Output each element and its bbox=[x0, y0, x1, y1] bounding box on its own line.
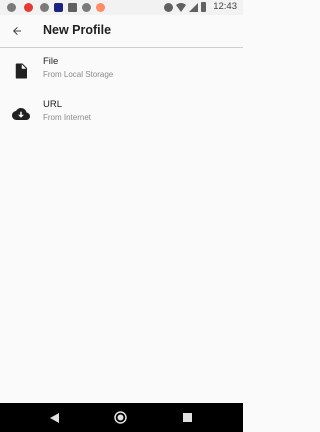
telegram-icon bbox=[7, 3, 16, 12]
nav-back-button[interactable] bbox=[48, 411, 61, 424]
arrow-back-icon bbox=[13, 27, 21, 35]
list-item-subtitle: From Local Storage bbox=[43, 70, 114, 79]
file-icon bbox=[15, 63, 27, 79]
list-item-url[interactable]: URL From Internet bbox=[0, 97, 243, 139]
image-icon bbox=[68, 3, 77, 12]
list-item-subtitle: From Internet bbox=[43, 113, 92, 122]
back-button[interactable] bbox=[6, 20, 28, 42]
status-time: 12:43 bbox=[213, 1, 237, 12]
list-item-title: File bbox=[43, 56, 59, 67]
app-bar: New Profile bbox=[0, 15, 243, 48]
recents-icon bbox=[183, 413, 192, 422]
list-item-file[interactable]: File From Local Storage bbox=[0, 54, 243, 96]
signal-icon bbox=[189, 3, 198, 12]
app-icon bbox=[82, 3, 91, 12]
nav-home-button[interactable] bbox=[114, 411, 127, 424]
notification-icon bbox=[24, 3, 33, 12]
status-bar: 12:43 bbox=[0, 0, 243, 15]
list-item-title: URL bbox=[43, 99, 63, 110]
cloud-download-icon bbox=[12, 108, 30, 120]
navigation-bar bbox=[0, 403, 243, 432]
page-title: New Profile bbox=[43, 23, 112, 37]
do-not-disturb-icon bbox=[164, 3, 173, 12]
wifi-icon bbox=[176, 3, 186, 12]
app-icon bbox=[54, 3, 63, 12]
telegram-icon bbox=[40, 3, 49, 12]
app-icon bbox=[96, 3, 105, 12]
battery-icon bbox=[201, 2, 206, 12]
home-icon bbox=[114, 411, 127, 424]
back-icon bbox=[50, 412, 59, 423]
nav-recents-button[interactable] bbox=[181, 411, 194, 424]
